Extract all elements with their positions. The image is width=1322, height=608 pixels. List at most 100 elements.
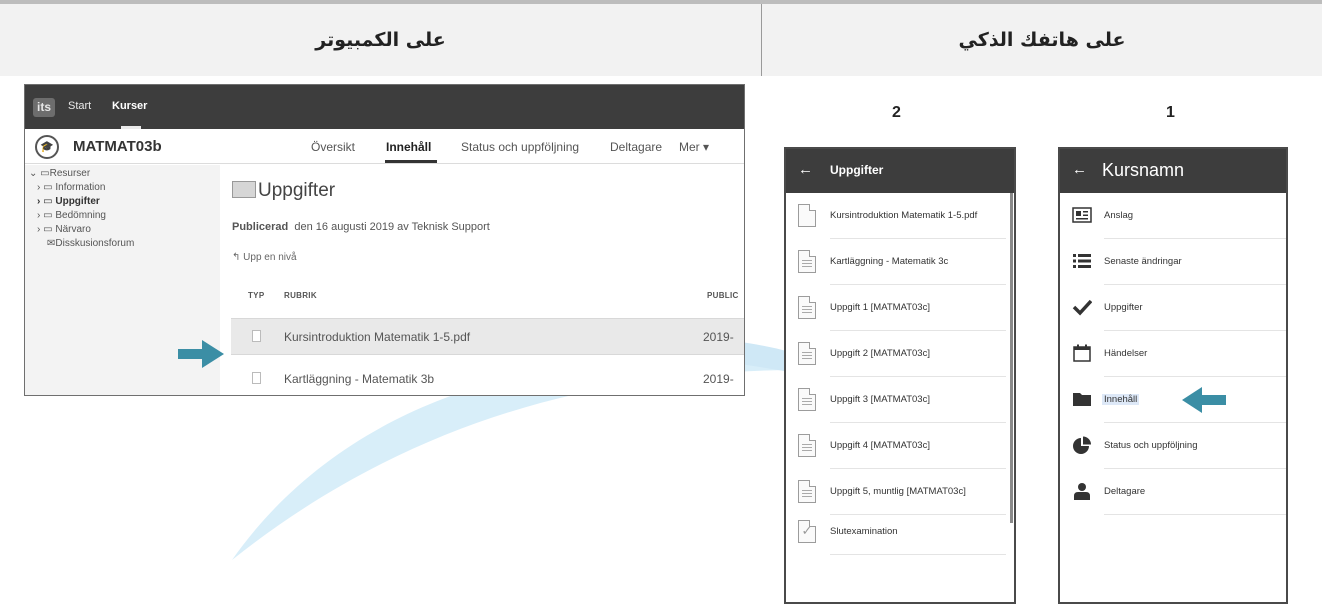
tree-item-bedomning[interactable]: › ▭ Bedömning — [37, 210, 106, 221]
list-item[interactable]: Uppgift 2 [MATMAT03c] — [786, 331, 1012, 377]
list-item[interactable]: Uppgift 4 [MATMAT03c] — [786, 423, 1012, 469]
folder-icon: ▭ — [43, 224, 53, 235]
chevron-right-icon: › — [37, 196, 41, 207]
document-icon — [798, 388, 816, 411]
file-label: Kartläggning - Matematik 3c — [830, 256, 949, 267]
menu-item-handelser[interactable]: Händelser — [1060, 331, 1286, 377]
file-icon — [798, 204, 816, 227]
folder-icon: ▭ — [40, 168, 50, 179]
tab-mer[interactable]: Mer ▾ — [679, 140, 709, 154]
phone-title: Kursnamn — [1102, 160, 1185, 180]
step-number-2: 2 — [892, 104, 901, 121]
folder-icon: ▭ — [43, 182, 53, 193]
document-icon — [798, 480, 816, 503]
phone-header: على هاتفك الذكي — [762, 4, 1322, 76]
tree-root-label: Resurser — [49, 168, 91, 179]
published-text: den 16 augusti 2019 av Teknisk Support — [294, 221, 490, 233]
nav-start-link[interactable]: Start — [68, 100, 91, 112]
person-icon — [1074, 483, 1090, 500]
phone-title-bar: ← Uppgifter — [786, 149, 1014, 193]
chevron-down-icon: ⌄ — [29, 168, 38, 179]
tab-status[interactable]: Status och uppföljning — [461, 140, 579, 154]
phone-title-bar: ← Kursnamn — [1060, 149, 1286, 193]
menu-label: Status och uppföljning — [1104, 440, 1198, 451]
column-type[interactable]: TYP — [248, 291, 264, 300]
phone-course-menu-screen: ← Kursnamn Anslag Senaste ändringar Uppg… — [1058, 147, 1288, 604]
list-item[interactable]: ✓ Slutexamination — [786, 509, 1012, 555]
list-item[interactable]: Kursintroduktion Matematik 1-5.pdf — [786, 193, 1012, 239]
arrow-right-icon — [178, 340, 224, 368]
folder-icon: ▭ — [43, 196, 53, 207]
phone-header-text: على هاتفك الذكي — [958, 29, 1126, 51]
tree-item-uppgifter[interactable]: › ▭ Uppgifter — [37, 196, 100, 207]
chevron-right-icon: › — [37, 224, 41, 235]
content-panel: Uppgifter Publicerad den 16 augusti 2019… — [220, 165, 744, 395]
tree-item-label: Information — [55, 182, 106, 193]
menu-item-status[interactable]: Status och uppföljning — [1060, 423, 1286, 469]
phone-uppgifter-screen: ← Uppgifter Kursintroduktion Matematik 1… — [784, 147, 1016, 604]
computer-header-text: على الكمبيوتر — [315, 29, 446, 51]
published-label: Publicerad — [232, 221, 289, 233]
file-label: Uppgift 2 [MATMAT03c] — [830, 348, 930, 359]
published-line: Publicerad den 16 augusti 2019 av Teknis… — [232, 221, 490, 233]
list-item[interactable]: Uppgift 1 [MATMAT03c] — [786, 285, 1012, 331]
course-bar: 🎓 MATMAT03b Översikt Innehåll Status och… — [25, 129, 744, 164]
file-label: Uppgift 3 [MATMAT03c] — [830, 394, 930, 405]
tree-item-label: Disskusionsforum — [55, 238, 135, 249]
nav-kurser-link[interactable]: Kurser — [112, 100, 147, 112]
file-icon — [252, 330, 261, 342]
menu-item-deltagare[interactable]: Deltagare — [1060, 469, 1286, 515]
tab-innehall[interactable]: Innehåll — [386, 140, 431, 154]
column-published[interactable]: PUBLIC — [707, 291, 739, 300]
up-arrow-icon: ↰ — [232, 252, 241, 263]
menu-label: Innehåll — [1102, 394, 1140, 405]
file-label: Kursintroduktion Matematik 1-5.pdf — [830, 210, 978, 221]
its-logo[interactable]: its — [33, 98, 55, 117]
list-item[interactable]: Uppgift 3 [MATMAT03c] — [786, 377, 1012, 423]
row-title[interactable]: Kartläggning - Matematik 3b — [284, 372, 434, 386]
menu-item-uppgifter[interactable]: Uppgifter — [1060, 285, 1286, 331]
desktop-screenshot: its Start Kurser 🎓 MATMAT03b Översikt In… — [24, 84, 745, 396]
document-icon — [798, 296, 816, 319]
menu-label: Anslag — [1104, 210, 1134, 221]
tree-item-narvaro[interactable]: › ▭ Närvaro — [37, 224, 91, 235]
folder-title-text: Uppgifter — [258, 180, 336, 201]
tree-item-information[interactable]: › ▭ Information — [37, 182, 105, 193]
folder-title: Uppgifter — [232, 180, 335, 202]
document-icon — [798, 342, 816, 365]
tab-deltagare[interactable]: Deltagare — [610, 140, 662, 154]
row-title[interactable]: Kursintroduktion Matematik 1-5.pdf — [284, 330, 470, 344]
menu-label: Händelser — [1104, 348, 1148, 359]
back-arrow-icon[interactable]: ← — [798, 161, 813, 178]
tab-oversikt[interactable]: Översikt — [311, 140, 355, 154]
pie-chart-icon — [1073, 436, 1091, 454]
tree-item-label: Närvaro — [55, 224, 91, 235]
folder-icon — [232, 181, 256, 198]
menu-item-senaste-andringar[interactable]: Senaste ändringar — [1060, 239, 1286, 285]
menu-item-innehall[interactable]: Innehåll — [1060, 377, 1286, 423]
exam-check-icon: ✓ — [798, 520, 816, 543]
list-item[interactable]: Kartläggning - Matematik 3c — [786, 239, 1012, 285]
menu-label: Senaste ändringar — [1104, 256, 1182, 267]
menu-item-anslag[interactable]: Anslag — [1060, 193, 1286, 239]
computer-header: على الكمبيوتر — [0, 4, 761, 76]
column-title[interactable]: RUBRIK — [284, 291, 317, 300]
up-one-level-link[interactable]: ↰ Upp en nivå — [232, 252, 297, 263]
chevron-right-icon: › — [37, 210, 41, 221]
newspaper-icon — [1072, 207, 1092, 223]
menu-label: Uppgifter — [1104, 302, 1143, 313]
file-label: Slutexamination — [830, 526, 898, 537]
row-date: 2019- — [703, 372, 734, 386]
menu-label: Deltagare — [1104, 486, 1146, 497]
file-label: Uppgift 4 [MATMAT03c] — [830, 440, 930, 451]
tree-item-forum[interactable]: ✉Disskusionsforum — [47, 238, 134, 249]
tree-item-label: Bedömning — [55, 210, 106, 221]
phone-title: Uppgifter — [830, 163, 884, 177]
course-title[interactable]: MATMAT03b — [73, 138, 162, 155]
back-arrow-icon[interactable]: ← — [1072, 161, 1087, 178]
file-label: Uppgift 1 [MATMAT03c] — [830, 302, 930, 313]
spreadsheet-icon — [798, 250, 816, 273]
step-number-1: 1 — [1166, 104, 1175, 121]
tree-root[interactable]: ⌄ ▭Resurser — [29, 168, 90, 179]
document-icon — [798, 434, 816, 457]
